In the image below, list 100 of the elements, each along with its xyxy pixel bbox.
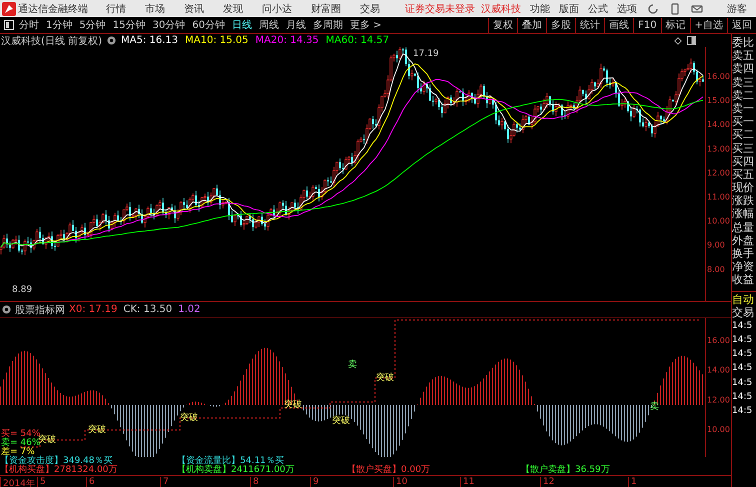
stat-text: 【机构卖盘】2411671.00万 xyxy=(177,466,296,475)
period-tab[interactable]: 日线 xyxy=(232,18,252,32)
quote-label: 委比 xyxy=(732,36,755,50)
quote-label: 现价 xyxy=(732,181,755,194)
refresh-icon[interactable] xyxy=(647,2,659,14)
quote-label: 收益 xyxy=(732,273,755,287)
ma-value: MA5: 16.13 xyxy=(120,35,178,46)
menu-item[interactable]: 行情 xyxy=(106,2,126,16)
user-label[interactable]: 游客 xyxy=(727,2,747,16)
trade-time: 14:5 xyxy=(732,320,754,333)
panel-toggle-icon[interactable] xyxy=(4,20,14,30)
trade-time: 14:5 xyxy=(732,348,754,362)
breakout-label: 突破 xyxy=(180,413,198,423)
quote-label: 买二 xyxy=(732,128,755,142)
ratio-label: 卖= 46% xyxy=(1,438,40,448)
quote-label: 卖四 xyxy=(732,62,755,76)
quote-label: 外盘 xyxy=(732,234,755,247)
date-axis-label: 8 xyxy=(250,477,259,487)
price-axis-label: 16.00 xyxy=(707,72,730,81)
low-price-label: 8.89 xyxy=(12,285,32,295)
period-tab[interactable]: 60分钟 xyxy=(192,18,225,32)
breakout-label: 突破 xyxy=(38,435,56,445)
stat-text: 【机构买盘】2781324.00万 xyxy=(0,466,118,475)
menu-item[interactable]: 公式 xyxy=(588,2,608,16)
menu-item[interactable]: 问小达 xyxy=(262,2,292,16)
indicator-axis-label: 12.00 xyxy=(707,395,730,404)
date-axis-label: 2014年 xyxy=(0,477,35,487)
ma-value: MA20: 14.35 xyxy=(255,35,319,46)
indicator-value: CK: 13.50 xyxy=(123,304,172,315)
quote-label: 涨跌 xyxy=(732,194,755,208)
price-axis-label: 12.00 xyxy=(707,168,730,178)
header-stock-name: 汉威科技 xyxy=(481,2,521,16)
login-status[interactable]: 证券交易未登录 xyxy=(405,2,475,16)
quote-label: 卖一 xyxy=(732,102,755,116)
high-price-label: 17.19 xyxy=(413,49,439,59)
date-axis-label: 10 xyxy=(393,477,408,487)
phone-icon[interactable] xyxy=(669,2,681,14)
menu-item[interactable]: 财富圈 xyxy=(311,2,341,16)
price-axis-label: 10.00 xyxy=(707,216,730,226)
date-axis-label: 1 xyxy=(628,477,637,487)
price-axis-label: 13.00 xyxy=(707,144,730,154)
quote-label: 买三 xyxy=(732,142,755,155)
quote-label: 买五 xyxy=(732,168,755,182)
price-axis-label: 11.00 xyxy=(707,192,730,202)
period-tab[interactable]: 周线 xyxy=(258,18,279,32)
period-tab[interactable]: 月线 xyxy=(286,18,306,32)
quote-label: 买四 xyxy=(732,154,755,168)
date-axis-label: 6 xyxy=(86,477,95,487)
breakout-label: 突破 xyxy=(284,400,302,410)
mode-label: 自动 xyxy=(732,290,756,306)
menu-item[interactable]: 资讯 xyxy=(184,2,204,16)
date-axis-label: 12 xyxy=(540,477,554,487)
indicator-axis-label: 16.00 xyxy=(707,336,730,345)
message-icon[interactable] xyxy=(691,2,703,14)
period-tab[interactable]: 1分钟 xyxy=(46,18,72,32)
indicator-value: X0: 17.19 xyxy=(69,304,118,315)
period-tab[interactable]: 5分钟 xyxy=(79,18,106,32)
trade-time: 14:5 xyxy=(732,404,754,418)
quote-label: 涨幅 xyxy=(732,207,755,221)
trade-time: 14:5 xyxy=(732,334,754,347)
diamond-icon[interactable] xyxy=(674,36,682,44)
breakout-label: 突破 xyxy=(332,416,350,426)
period-tab[interactable]: 分时 xyxy=(19,18,39,32)
window-toggle-icon[interactable] xyxy=(687,36,696,45)
price-axis-label: 9.00 xyxy=(707,240,725,250)
menu-item[interactable]: 交易 xyxy=(360,2,380,16)
date-axis-label: 11 xyxy=(460,477,474,487)
sell-signal-label: 卖 xyxy=(348,360,357,370)
menu-item[interactable]: 功能 xyxy=(530,2,550,16)
stat-text: 【散户卖盘】36.59万 xyxy=(521,466,610,475)
quote-label: 换手 xyxy=(732,247,755,260)
trade-time: 14:5 xyxy=(732,390,754,404)
menu-item[interactable]: 选项 xyxy=(617,2,637,16)
period-tab[interactable]: 更多 > xyxy=(350,18,382,32)
date-axis-label: 7 xyxy=(160,477,169,487)
sell-signal-label: 卖 xyxy=(650,402,659,412)
app-logo-icon xyxy=(2,2,16,16)
quote-label: 卖三 xyxy=(732,76,755,89)
quote-label: 净资 xyxy=(732,260,755,274)
chart-title: 汉威科技(日线 前复权) xyxy=(1,34,102,48)
quote-label: 总量 xyxy=(732,220,755,234)
menu-item[interactable]: 版面 xyxy=(559,2,579,16)
period-tab[interactable]: 30分钟 xyxy=(152,18,186,32)
indicator-axis-label: 14.00 xyxy=(707,366,730,375)
ma-value: MA60: 14.57 xyxy=(326,35,390,46)
price-axis-label: 8.00 xyxy=(707,264,725,274)
date-axis-label: 9 xyxy=(310,477,319,487)
indicator-value: 1.02 xyxy=(178,304,200,315)
date-axis-label: 5 xyxy=(37,477,46,487)
menu-item[interactable]: 市场 xyxy=(145,2,165,16)
ma-value: MA10: 15.05 xyxy=(185,35,248,46)
settings-icon[interactable] xyxy=(2,305,11,314)
period-tab[interactable]: 多周期 xyxy=(312,18,343,32)
settings-icon[interactable] xyxy=(106,36,116,45)
period-tab[interactable]: 15分钟 xyxy=(112,18,146,32)
quote-label: 卖五 xyxy=(732,49,755,62)
stat-text: 【资金攻击度】349.48％买 xyxy=(0,457,112,466)
menu-item[interactable]: 发现 xyxy=(223,2,243,16)
app-title: 通达信金融终端 xyxy=(18,2,88,16)
breakout-label: 突破 xyxy=(376,373,394,383)
